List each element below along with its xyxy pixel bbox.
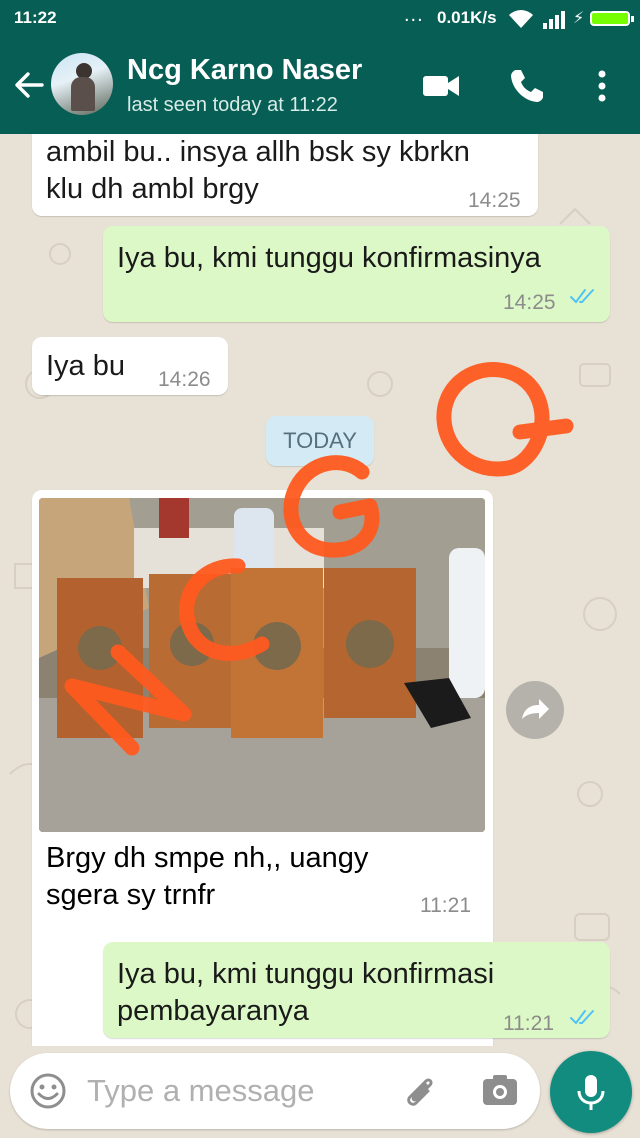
- back-arrow-icon[interactable]: [12, 68, 46, 102]
- battery-icon: [590, 11, 634, 26]
- message-input[interactable]: Type a message: [87, 1073, 314, 1109]
- voice-message-button[interactable]: [550, 1051, 632, 1133]
- camera-icon[interactable]: [480, 1071, 520, 1111]
- status-time: 11:22: [14, 8, 57, 27]
- message-input-bar[interactable]: Type a message: [10, 1053, 540, 1129]
- video-call-icon[interactable]: [421, 66, 461, 106]
- avatar[interactable]: [51, 53, 113, 115]
- watermark: [64, 362, 574, 756]
- charging-icon: ⚡: [573, 10, 585, 27]
- more-options-icon[interactable]: [582, 66, 622, 106]
- emoji-icon[interactable]: [28, 1071, 68, 1111]
- attachment-icon[interactable]: [400, 1071, 440, 1111]
- wifi-icon: [509, 10, 533, 28]
- status-bar: 11:22 ... 0.01K/s ⚡: [0, 0, 640, 36]
- contact-name[interactable]: Ncg Karno Naser: [127, 54, 362, 87]
- chat-area[interactable]: ambil bu.. insya allh bsk sy kbrkn klu d…: [0, 134, 640, 1046]
- microphone-icon: [577, 1075, 605, 1110]
- signal-icon: [543, 11, 565, 29]
- last-seen-status: last seen today at 11:22: [127, 94, 338, 116]
- chat-header: Ncg Karno Naser last seen today at 11:22: [0, 36, 640, 134]
- phone-icon[interactable]: [507, 66, 547, 106]
- network-speed: 0.01K/s: [437, 8, 497, 27]
- status-dots: ...: [404, 4, 424, 26]
